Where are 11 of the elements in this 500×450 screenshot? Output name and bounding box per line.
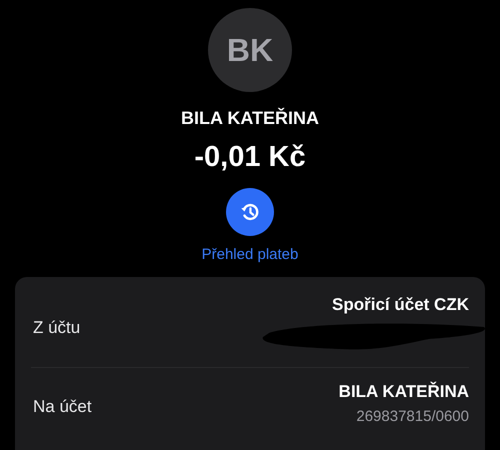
avatar: BK (208, 8, 292, 92)
history-button[interactable] (226, 188, 274, 236)
detail-value: Spořicí účet CZK (332, 295, 469, 315)
detail-value: BILA KATEŘINA (338, 382, 469, 402)
contact-name: BILA KATEŘINA (181, 108, 319, 129)
account-number: 269837815/0600 (356, 408, 469, 425)
history-icon (239, 201, 261, 223)
amount: -0,01 Kč (194, 141, 306, 174)
detail-label: Z účtu (33, 318, 80, 338)
detail-label: Na účet (33, 397, 92, 417)
payment-history-link[interactable]: Přehled plateb (202, 246, 298, 263)
